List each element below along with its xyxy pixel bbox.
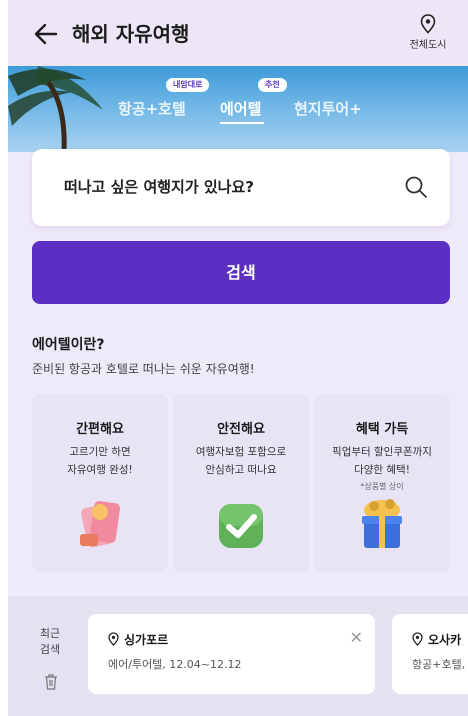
back-arrow-icon[interactable]: [32, 20, 60, 48]
search-icon[interactable]: [404, 175, 428, 199]
checkmark-icon: [219, 504, 263, 548]
trash-icon[interactable]: [44, 674, 58, 690]
recent-search-city: 싱가포르: [124, 633, 169, 647]
recent-search-detail: 항공+호텔, 1: [412, 658, 468, 671]
city-selector-label: 전체도시: [409, 40, 447, 51]
tab-flight-hotel[interactable]: 항공+호텔: [118, 98, 186, 119]
tab-local-tour[interactable]: 현지투어+: [294, 98, 362, 119]
recent-search-city: 오사카: [428, 633, 462, 647]
feature-card: 간편해요 고르기만 하면 자유여행 완성!: [32, 394, 168, 572]
feature-card-title: 간편해요: [76, 422, 124, 437]
search-input[interactable]: 떠나고 싶은 여행지가 있나요?: [32, 149, 450, 226]
section-subtitle: 준비된 항공과 호텔로 떠나는 쉬운 자유여행!: [32, 362, 255, 376]
feature-card: 안전해요 여행자보험 포함으로 안심하고 떠나요: [173, 394, 309, 572]
recent-search-card[interactable]: 오사카 항공+호텔, 1: [392, 614, 468, 694]
location-pin-icon: [420, 14, 436, 34]
search-section: 떠나고 싶은 여행지가 있나요? 검색: [8, 140, 468, 320]
close-icon[interactable]: ✕: [350, 628, 363, 647]
location-pin-icon: [412, 632, 423, 646]
section-title: 에어텔이란?: [32, 337, 105, 353]
phone-tickets-icon: [80, 501, 121, 548]
search-button[interactable]: 검색: [32, 241, 450, 304]
feature-card-title: 안전해요: [217, 422, 265, 437]
feature-card-note: *상품별 상이: [360, 482, 404, 491]
app-frame: 해외 자유여행 전체도시 내맘대로 추천 항공+호텔 에어텔 현지투어+ 떠나고…: [8, 0, 468, 716]
page-title: 해외 자유여행: [72, 22, 190, 46]
feature-card-desc: 고르기만 하면 자유여행 완성!: [67, 446, 133, 476]
feature-card-title: 혜택 가득: [355, 422, 409, 437]
feature-cards: 간편해요 고르기만 하면 자유여행 완성! 안전해요 여행자보험 포함으로 안심…: [32, 394, 468, 572]
tab-airtel[interactable]: 에어텔: [220, 98, 261, 119]
location-pin-icon: [108, 632, 119, 646]
city-selector[interactable]: 전체도시: [406, 14, 450, 51]
recent-searches: 최근 검색 싱가포르 에어/투어텔, 12.04~12.12 ✕ 오사카 항공+…: [8, 596, 468, 716]
recent-search-detail: 에어/투어텔, 12.04~12.12: [108, 658, 242, 671]
tab-badge: 추천: [258, 78, 287, 92]
feature-card-desc: 픽업부터 할인쿠폰까지 다양한 혜택!: [332, 446, 432, 476]
active-tab-indicator: [220, 122, 264, 124]
tab-badge: 내맘대로: [166, 78, 210, 92]
header: 해외 자유여행 전체도시: [8, 0, 468, 66]
recent-search-card[interactable]: 싱가포르 에어/투어텔, 12.04~12.12 ✕: [88, 614, 375, 694]
gift-box-icon: [362, 499, 402, 548]
recent-searches-label: 최근 검색: [39, 627, 61, 656]
search-placeholder: 떠나고 싶은 여행지가 있나요?: [64, 178, 254, 196]
feature-card: 혜택 가득 픽업부터 할인쿠폰까지 다양한 혜택! *상품별 상이: [314, 394, 450, 572]
feature-card-desc: 여행자보험 포함으로 안심하고 떠나요: [195, 446, 287, 476]
